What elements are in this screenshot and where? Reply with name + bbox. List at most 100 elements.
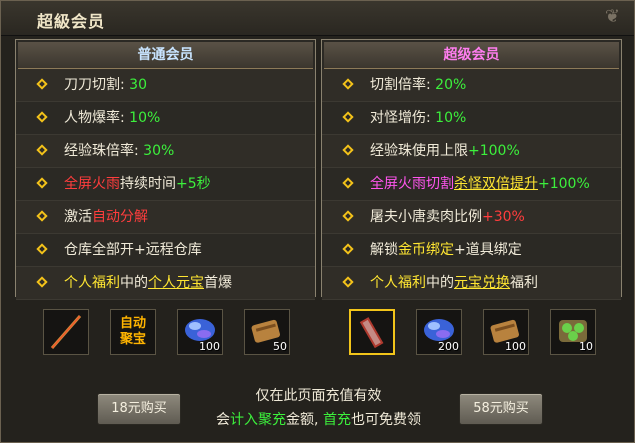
benefit-text-part: 个人元宝: [148, 275, 204, 291]
blue-gem-slot[interactable]: 200: [416, 309, 462, 355]
diamond-bullet-icon: [342, 210, 354, 222]
weapon-staff-slot[interactable]: [43, 309, 89, 355]
diamond-bullet-icon: [342, 144, 354, 156]
benefit-text-part: 屠夫小唐卖肉比例: [370, 209, 482, 225]
benefit-text: 全屏火雨切割杀怪双倍提升+100%: [370, 168, 590, 200]
benefit-text: 个人福利中的元宝兑换福利: [370, 267, 538, 299]
benefit-text-part: 切割倍率:: [370, 77, 436, 93]
super-member-benefits: 切割倍率: 20% 对怪增伤: 10% 经验珠使用上限+100% 全屏火雨切割杀怪双倍…: [322, 69, 621, 300]
benefit-text-part: 人物爆率:: [64, 110, 130, 126]
weapon-staff-icon: [44, 310, 88, 358]
super-benefit-row: 经验珠使用上限+100%: [322, 135, 621, 168]
benefit-text-part: 金币绑定: [398, 242, 454, 258]
benefit-text-part: +30%: [482, 209, 525, 225]
item-quantity: 200: [438, 340, 459, 353]
benefit-text-part: 解锁: [370, 242, 398, 258]
benefit-text-part: 经验珠使用上限: [370, 143, 468, 159]
red-cannon-slot[interactable]: [349, 309, 395, 355]
normal-benefit-row: 激活自动分解: [16, 201, 315, 234]
diamond-bullet-icon: [36, 144, 48, 156]
benefit-text: 切割倍率: 20%: [370, 69, 466, 101]
benefit-text: 激活自动分解: [64, 201, 148, 233]
diamond-bullet-icon: [36, 111, 48, 123]
super-member-rewards: 200 100 10: [321, 301, 622, 369]
diamond-bullet-icon: [36, 78, 48, 90]
item-quantity: 100: [505, 340, 526, 353]
benefit-text-part: 元宝兑换: [454, 275, 510, 291]
normal-benefit-row: 个人福利中的个人元宝首爆: [16, 267, 315, 300]
benefit-text-part: 30: [129, 77, 147, 93]
benefit-text: 解锁金币绑定+道具绑定: [370, 234, 522, 266]
brown-scroll-slot[interactable]: 50: [244, 309, 290, 355]
benefit-text-part: 自动分解: [92, 209, 148, 225]
benefit-text-part: 10%: [435, 110, 467, 126]
super-member-header: 超级会员: [324, 42, 619, 69]
benefit-text-part: 个人福利: [370, 275, 426, 291]
benefit-text-part: 个人福利: [64, 275, 120, 291]
diamond-bullet-icon: [342, 243, 354, 255]
diamond-bullet-icon: [36, 243, 48, 255]
normal-member-benefits: 刀刀切割: 30 人物爆率: 10% 经验珠倍率: 30% 全屏火雨持续时间+5秒 激活…: [16, 69, 315, 300]
benefit-text-part: 对怪增伤:: [370, 110, 436, 126]
benefit-text-part: +100%: [538, 176, 590, 192]
benefit-text: 刀刀切割: 30: [64, 69, 147, 101]
blue-gem-slot[interactable]: 100: [177, 309, 223, 355]
benefit-text-part: 福利: [510, 275, 538, 291]
note-text-part: 也可免费领: [350, 412, 421, 428]
benefit-text-part: 中的: [426, 275, 454, 291]
title-ornament-icon: ❦: [604, 6, 620, 27]
green-orb-pack-slot[interactable]: 10: [550, 309, 596, 355]
normal-member-rewards: 自动 聚宝 100 50: [15, 301, 316, 369]
benefit-text-part: 30%: [143, 143, 175, 159]
note-text-part: 会: [216, 412, 231, 428]
benefit-text-part: 仓库全部开+远程仓库: [64, 242, 202, 258]
item-quantity: 10: [579, 340, 593, 353]
benefit-text-part: 经验珠倍率:: [64, 143, 144, 159]
item-quantity: 100: [199, 340, 220, 353]
benefit-text-part: 首爆: [204, 275, 232, 291]
benefit-text: 屠夫小唐卖肉比例+30%: [370, 201, 525, 233]
purchase-footer: 18元购买 仅在此页面充值有效 会计入聚充金额, 首充也可免费领 58元购买: [1, 371, 635, 443]
diamond-bullet-icon: [36, 210, 48, 222]
item-quantity: 50: [273, 340, 287, 353]
red-cannon-icon: [351, 311, 393, 359]
super-benefit-row: 屠夫小唐卖肉比例+30%: [322, 201, 621, 234]
auto-gather-treasure-slot[interactable]: 自动 聚宝: [110, 309, 156, 355]
diamond-bullet-icon: [342, 78, 354, 90]
benefit-text-part: +5秒: [176, 176, 211, 192]
super-benefit-row: 个人福利中的元宝兑换福利: [322, 267, 621, 300]
note-text-part: 金额,: [286, 412, 323, 428]
normal-benefit-row: 全屏火雨持续时间+5秒: [16, 168, 315, 201]
benefit-text-part: 20%: [435, 77, 467, 93]
benefit-text-part: 中的: [120, 275, 148, 291]
benefit-text-part: 持续时间: [120, 176, 176, 192]
buy-58-button[interactable]: 58元购买: [459, 393, 543, 425]
super-member-panel: 超级会员 切割倍率: 20% 对怪增伤: 10% 经验珠使用上限+100% 全屏火雨切…: [321, 39, 622, 300]
super-benefit-row: 切割倍率: 20%: [322, 69, 621, 102]
benefit-text: 仓库全部开+远程仓库: [64, 234, 202, 266]
super-benefit-row: 对怪增伤: 10%: [322, 102, 621, 135]
normal-benefit-row: 刀刀切割: 30: [16, 69, 315, 102]
brown-scroll-slot[interactable]: 100: [483, 309, 529, 355]
benefit-text-part: 杀怪双倍提升: [454, 176, 538, 192]
benefit-text: 对怪增伤: 10%: [370, 102, 466, 134]
normal-member-panel: 普通会员 刀刀切割: 30 人物爆率: 10% 经验珠倍率: 30% 全屏火雨持续时间…: [15, 39, 316, 300]
benefit-text-part: 全屏火雨切割: [370, 176, 454, 192]
auto-gather-label: 自动 聚宝: [119, 316, 146, 347]
benefit-text: 经验珠倍率: 30%: [64, 135, 174, 167]
benefit-text-part: 激活: [64, 209, 92, 225]
note-text-part: 首充: [322, 412, 351, 428]
super-benefit-row: 全屏火雨切割杀怪双倍提升+100%: [322, 168, 621, 201]
normal-benefit-row: 仓库全部开+远程仓库: [16, 234, 315, 267]
recharge-note-line2: 会计入聚充金额, 首充也可免费领: [191, 409, 446, 429]
benefit-text-part: +道具绑定: [454, 242, 522, 258]
benefit-text: 人物爆率: 10%: [64, 102, 160, 134]
benefit-text-part: 全屏火雨: [64, 176, 120, 192]
note-text-part: 计入聚充: [230, 412, 287, 428]
buy-18-button[interactable]: 18元购买: [97, 393, 181, 425]
normal-benefit-row: 经验珠倍率: 30%: [16, 135, 315, 168]
benefit-text: 全屏火雨持续时间+5秒: [64, 168, 211, 200]
vip-window: 超級会员 ❦ 普通会员 刀刀切割: 30 人物爆率: 10% 经验珠倍率: 30% 全…: [0, 0, 635, 443]
benefit-text-part: +100%: [468, 143, 520, 159]
diamond-bullet-icon: [36, 276, 48, 288]
